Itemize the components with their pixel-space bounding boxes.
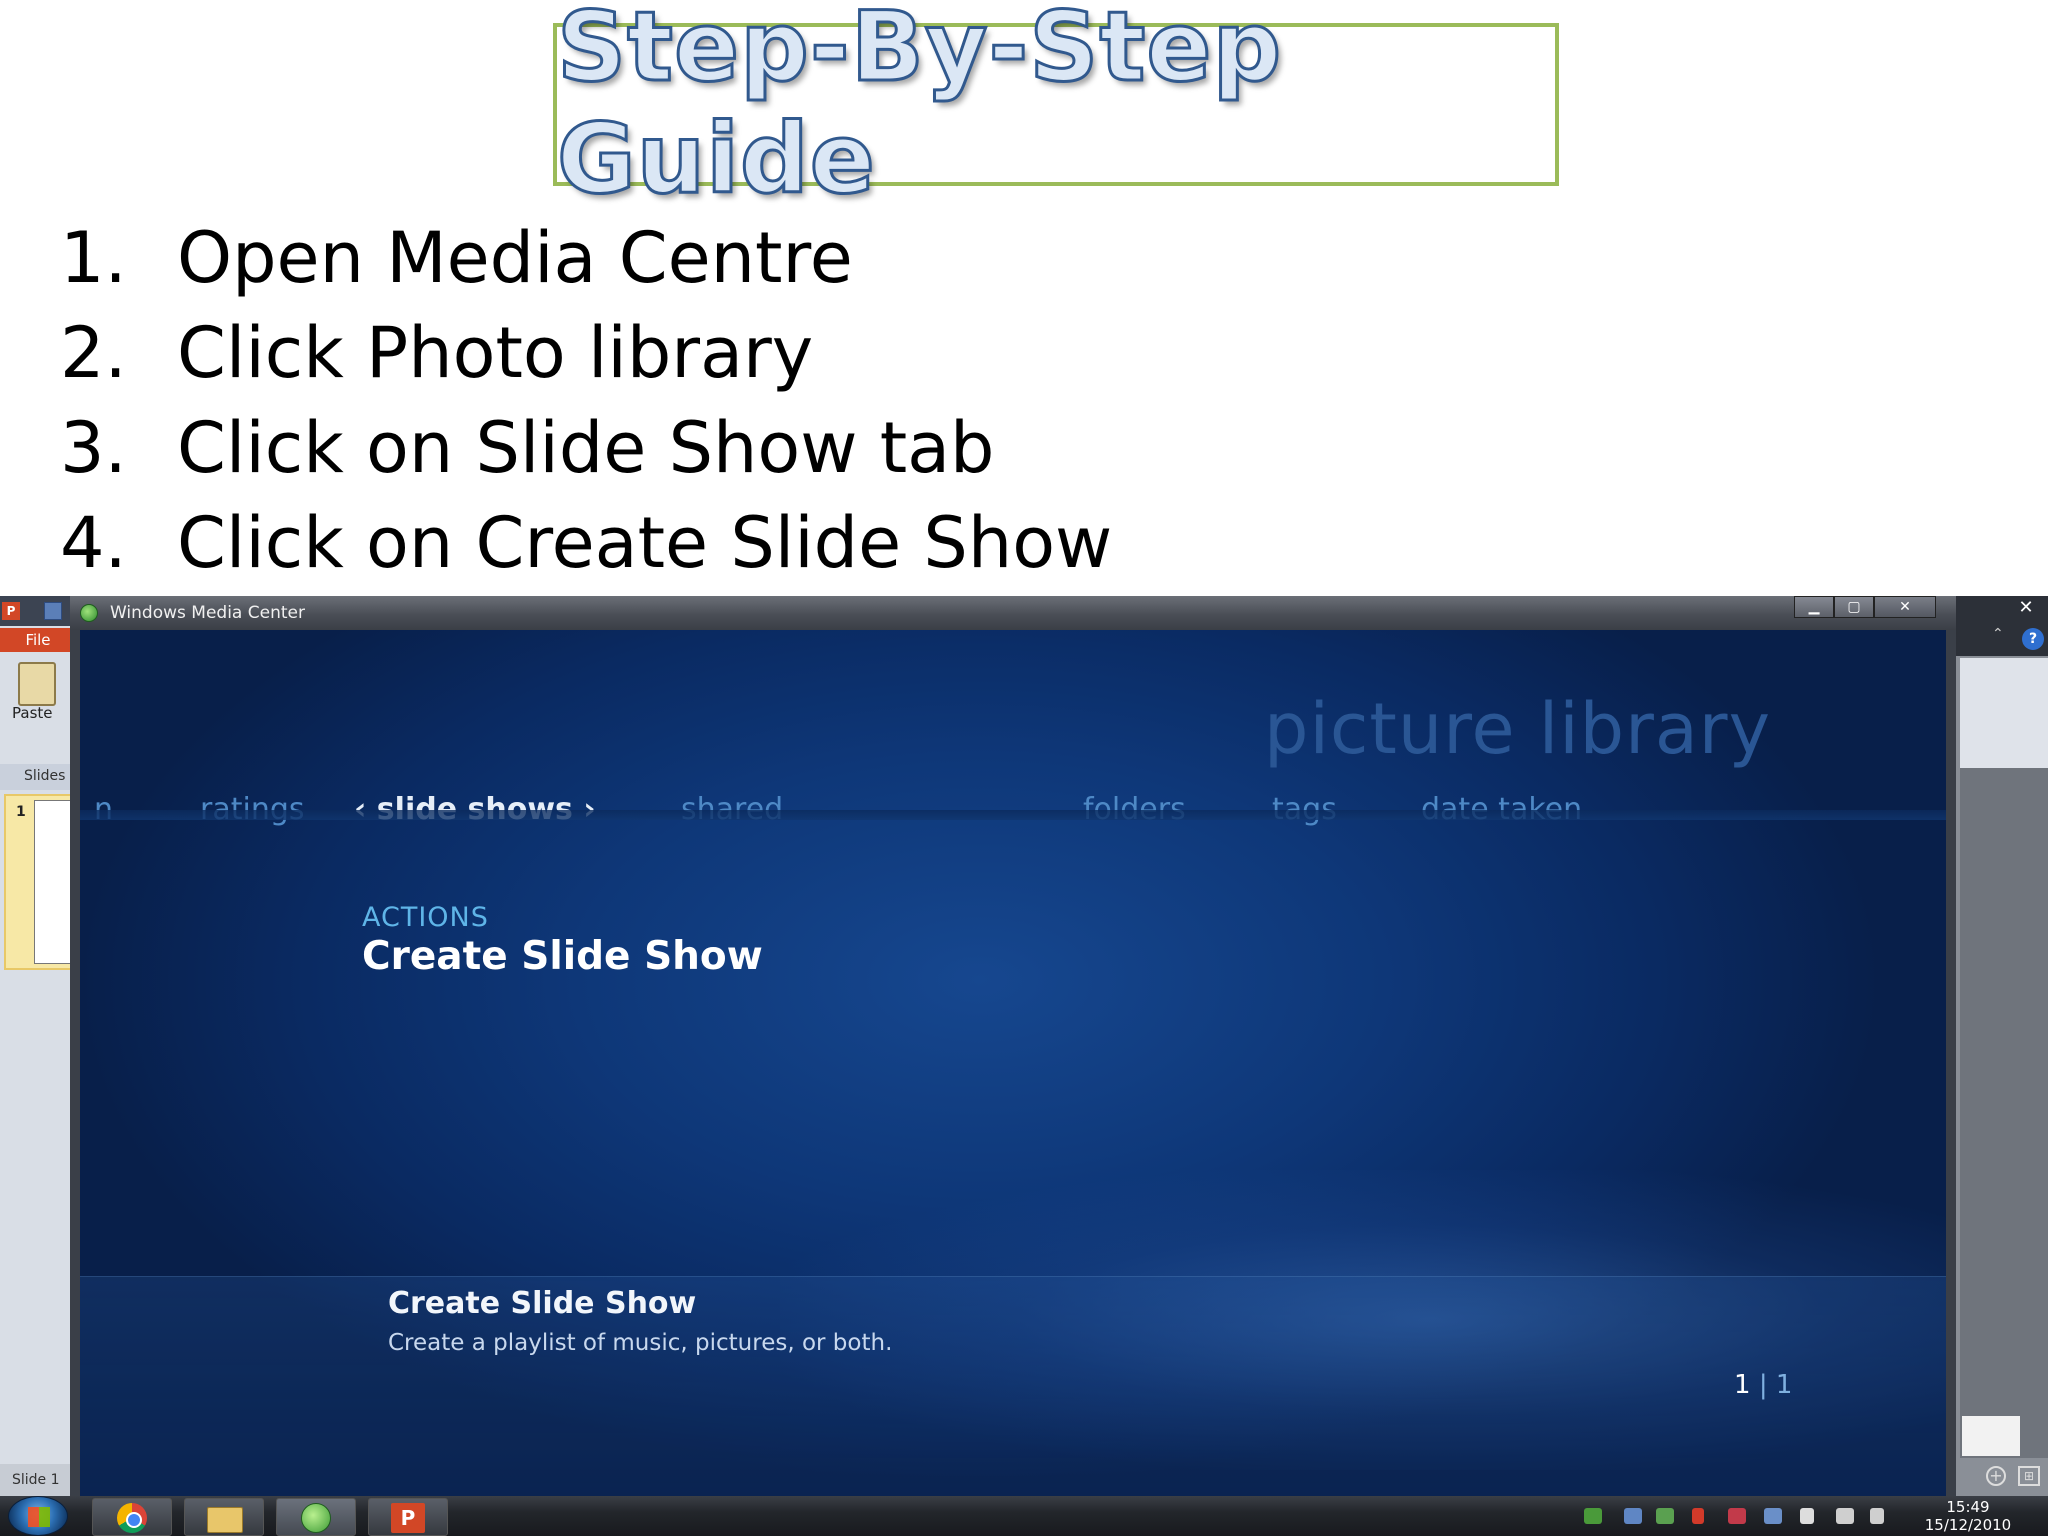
taskbar-powerpoint-button[interactable]: P xyxy=(368,1498,448,1536)
status-bar-slide-indicator: Slide 1 xyxy=(0,1464,78,1496)
start-button[interactable] xyxy=(8,1496,68,1536)
slide-thumbnail-number: 1 xyxy=(16,804,26,820)
pager: 1 | 1 xyxy=(1734,1370,1792,1400)
tray-media-center-icon[interactable] xyxy=(1584,1508,1602,1524)
close-button[interactable]: ✕ xyxy=(1874,596,1936,618)
slide-title-box: Step-By-Step Guide xyxy=(553,0,1559,216)
embedded-screenshot: P File Paste Slides 1 Slide 1 ✕ ⌃ ? + ⊞ … xyxy=(0,596,2048,1536)
slides-tab[interactable]: Slides xyxy=(0,764,78,790)
taskbar-media-center-button[interactable] xyxy=(276,1498,356,1536)
page-heading: picture library xyxy=(1264,688,1771,770)
create-slide-show-action[interactable]: Create Slide Show xyxy=(362,934,763,979)
media-center-icon xyxy=(301,1503,331,1533)
nav-divider xyxy=(80,810,1946,820)
powerpoint-left-panel: P File Paste Slides 1 Slide 1 xyxy=(0,596,78,1496)
maximize-button[interactable]: ▢ xyxy=(1834,596,1874,618)
volume-icon[interactable] xyxy=(1870,1508,1884,1524)
windows-taskbar: P 15:49 15/12/2010 xyxy=(0,1496,2048,1536)
step-text: Open Media Centre xyxy=(177,216,853,299)
powerpoint-logo-icon: P xyxy=(2,602,20,620)
step-text: Click on Slide Show tab xyxy=(177,406,995,489)
detail-description: Create a playlist of music, pictures, or… xyxy=(388,1330,893,1356)
step-number: 2. xyxy=(60,311,127,394)
network-icon[interactable] xyxy=(1836,1508,1854,1524)
detail-title: Create Slide Show xyxy=(388,1286,697,1321)
step-item: 3. Click on Slide Show tab xyxy=(60,400,1112,495)
clock-time: 15:49 xyxy=(1946,1498,1990,1516)
fit-to-window-icon[interactable]: ⊞ xyxy=(2018,1466,2040,1486)
chrome-icon xyxy=(117,1503,147,1533)
folder-icon xyxy=(207,1507,243,1533)
slide-thumbnail[interactable] xyxy=(34,800,74,964)
minimize-button[interactable]: ▁ xyxy=(1794,596,1834,618)
pager-separator: | xyxy=(1758,1370,1768,1400)
step-text: Click Photo library xyxy=(177,311,814,394)
actions-label: ACTIONS xyxy=(362,902,489,933)
tray-security-icon[interactable] xyxy=(1728,1508,1746,1524)
editor-background xyxy=(1960,768,2048,1458)
tray-alert-icon[interactable] xyxy=(1692,1508,1704,1524)
quick-access-toolbar: P xyxy=(0,596,78,626)
media-center-content: picture library n ratings ‹ slide shows … xyxy=(80,630,1946,1496)
step-item: 4. Click on Create Slide Show xyxy=(60,495,1112,590)
step-item: 1. Open Media Centre xyxy=(60,210,1112,305)
taskbar-clock[interactable]: 15:49 15/12/2010 xyxy=(1908,1498,2028,1534)
window-title: Windows Media Center xyxy=(110,603,305,623)
action-center-flag-icon[interactable] xyxy=(1800,1508,1814,1524)
steps-list: 1. Open Media Centre 2. Click Photo libr… xyxy=(60,210,1112,590)
step-item: 2. Click Photo library xyxy=(60,305,1112,400)
tray-device-icon[interactable] xyxy=(1764,1508,1782,1524)
paste-icon[interactable] xyxy=(18,662,56,706)
tray-usb-icon[interactable] xyxy=(1656,1508,1674,1524)
media-center-window: Windows Media Center ▁ ▢ ✕ picture libra… xyxy=(70,596,1956,1496)
pager-current: 1 xyxy=(1734,1370,1751,1400)
zoom-in-icon[interactable]: + xyxy=(1986,1466,2006,1486)
step-number: 3. xyxy=(60,406,127,489)
media-center-titlebar[interactable]: Windows Media Center ▁ ▢ ✕ xyxy=(70,596,1956,630)
slide-title: Step-By-Step Guide xyxy=(556,0,1283,216)
powerpoint-titlebar-right: ✕ ⌃ ? xyxy=(1956,596,2048,656)
step-number: 1. xyxy=(60,216,127,299)
powerpoint-icon: P xyxy=(391,1503,425,1533)
ribbon-collapse-icon[interactable]: ⌃ xyxy=(1992,626,2004,642)
taskbar-chrome-button[interactable] xyxy=(92,1498,172,1536)
powerpoint-right-panel: ✕ ⌃ ? + ⊞ xyxy=(1956,596,2048,1496)
step-text: Click on Create Slide Show xyxy=(177,501,1113,584)
paste-button-label[interactable]: Paste xyxy=(12,704,53,722)
windows-logo-icon xyxy=(28,1507,50,1527)
help-icon[interactable]: ? xyxy=(2022,628,2044,650)
media-center-icon xyxy=(80,604,98,622)
pager-total: 1 xyxy=(1775,1370,1793,1400)
save-icon[interactable] xyxy=(44,602,62,620)
powerpoint-close-button[interactable]: ✕ xyxy=(2006,596,2046,620)
tray-network-share-icon[interactable] xyxy=(1624,1508,1642,1524)
ribbon-area xyxy=(1960,658,2048,768)
scroll-area[interactable] xyxy=(1962,1416,2020,1456)
clock-date: 15/12/2010 xyxy=(1924,1516,2012,1534)
detail-panel xyxy=(80,1276,1946,1496)
taskbar-explorer-button[interactable] xyxy=(184,1498,264,1536)
file-tab[interactable]: File xyxy=(0,628,76,652)
step-number: 4. xyxy=(60,501,127,584)
